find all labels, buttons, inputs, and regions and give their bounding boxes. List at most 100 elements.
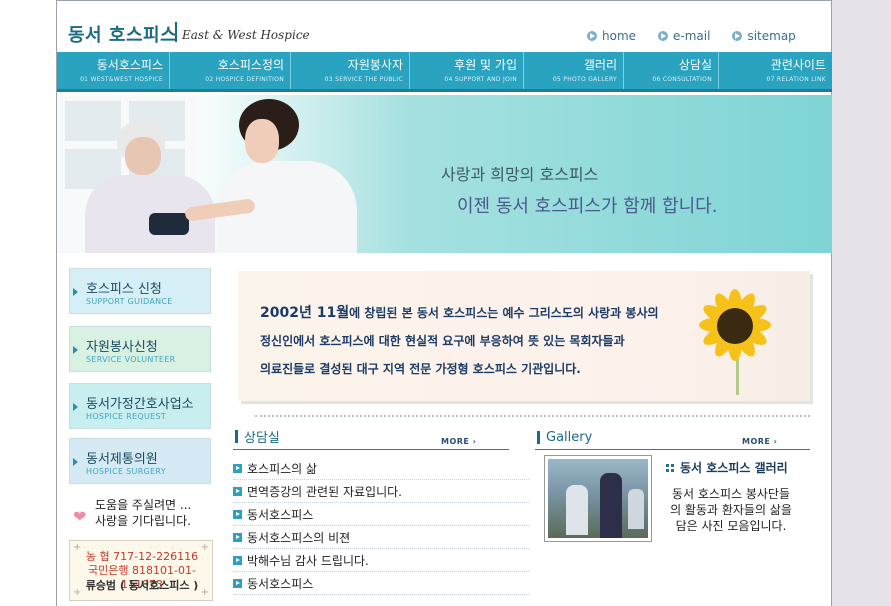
bullet-arrow-icon [233, 463, 242, 473]
donation-text: 도움을 주실려면 ... 사랑을 기다립니다. [95, 497, 191, 529]
list-item-text: 박해수님 감사 드립니다. [247, 553, 369, 568]
menu-home-nursing[interactable]: 동서가정간호사업소 HOSPICE REQUEST [69, 383, 211, 429]
gallery-rule [535, 449, 810, 450]
circle-arrow-icon [732, 31, 743, 41]
nav-item-links[interactable]: 관련사이트 07 RELATION LINK [719, 52, 832, 89]
home-link[interactable]: home [587, 29, 636, 43]
nav-sublabel: 07 RELATION LINK [766, 75, 826, 83]
nav-label: 갤러리 [583, 57, 617, 72]
triangle-arrow-icon [73, 458, 78, 466]
list-item-text: 동서호스피스 [247, 507, 314, 522]
triangle-arrow-icon [73, 288, 78, 296]
blood-pressure-cuff [149, 213, 189, 235]
top-utility-links: home e-mail sitemap [587, 29, 796, 43]
consult-more-label: MORE [441, 437, 470, 446]
nav-sublabel: 02 HOSPICE DEFINITION [205, 75, 284, 83]
consult-rule [233, 449, 509, 450]
gallery-heading[interactable]: 동서 호스피스 갤러리 [666, 459, 788, 476]
nav-sublabel: 05 PHOTO GALLERY [552, 75, 617, 83]
list-item[interactable]: 동서호스피스 [233, 572, 529, 595]
gallery-section-title: Gallery [537, 430, 592, 445]
nav-item-volunteer[interactable]: 자원봉사자 03 SERVICE THE PUBLIC [291, 52, 410, 89]
consult-list: 호스피스의 삶 면역증강의 관련된 자료입니다. 동서호스피스 동서호스피스의 … [233, 457, 529, 595]
patient-face [125, 137, 161, 175]
intro-founded-date: 2002년 11월 [260, 305, 350, 321]
intro-box: 2002년 11월에 창립된 본 동서 호스피스는 예수 그리스도의 사랑과 봉… [238, 271, 810, 401]
bank-account-box: + + + + 농 협 717-12-226116 국민은행 818101-01… [69, 540, 213, 601]
menu-hospice-apply[interactable]: 호스피스 신청 SUPPORT GUIDANCE [69, 268, 211, 314]
intro-line-2: 정신인에서 호스피스에 대한 현실적 요구에 부응하여 뜻 있는 목회자들과 [260, 334, 625, 348]
menu-clinic[interactable]: 동서제통의원 HOSPICE SURGERY [69, 438, 211, 484]
nav-item-definition[interactable]: 호스피스정의 02 HOSPICE DEFINITION [170, 52, 291, 89]
nav-label: 관련사이트 [770, 57, 826, 72]
logo-divider [175, 22, 177, 42]
circle-arrow-icon [658, 31, 669, 41]
gallery-heading-text: 동서 호스피스 갤러리 [680, 461, 788, 475]
title-bar-icon [235, 430, 238, 443]
site-logo-english: East & West Hospice [182, 28, 310, 42]
bullet-arrow-icon [233, 578, 242, 588]
page-margin-left [0, 0, 56, 606]
heart-icon: ❤ [73, 507, 87, 526]
circle-arrow-icon [587, 31, 597, 41]
list-item-text: 면역증강의 관련된 자료입니다. [247, 484, 402, 499]
sitemap-link[interactable]: sitemap [732, 29, 796, 43]
gallery-title-text: Gallery [546, 430, 593, 445]
banner-slogan-1: 사랑과 희망의 호스피스 [441, 165, 599, 184]
menu-sublabel: HOSPICE REQUEST [86, 412, 167, 421]
list-item[interactable]: 면역증강의 관련된 자료입니다. [233, 480, 529, 503]
donation-line-2: 사랑을 기다립니다. [95, 514, 191, 528]
bank-account-holder: 류승범 ( 동서호스피스 ) [85, 579, 199, 592]
gallery-more-button[interactable]: MORE › [742, 437, 777, 446]
list-item[interactable]: 동서호스피스 [233, 503, 529, 526]
email-link-label: e-mail [673, 29, 711, 43]
list-item-text: 호스피스의 삶 [247, 461, 318, 476]
consult-section-title: 상담실 [235, 427, 280, 446]
nav-item-gallery[interactable]: 갤러리 05 PHOTO GALLERY [524, 52, 624, 89]
gallery-thumbnail[interactable] [544, 455, 652, 542]
site-logo-korean[interactable]: 동서 호스피스 [68, 21, 177, 47]
bullet-arrow-icon [233, 486, 242, 496]
sitemap-link-label: sitemap [747, 29, 796, 43]
list-item-text: 동서호스피스의 비젼 [247, 530, 351, 545]
gallery-desc-line-1: 동서 호스피스 봉사단들 [671, 487, 791, 501]
intro-line-3: 의료진들로 결성된 대구 지역 전문 가정형 호스피스 기관입니다. [260, 362, 581, 376]
bullet-arrow-icon [233, 509, 242, 519]
menu-label: 동서가정간호사업소 [86, 397, 194, 412]
grid-icon [666, 463, 674, 472]
menu-label: 호스피스 신청 [86, 282, 162, 297]
gallery-photo [548, 459, 648, 538]
menu-sublabel: HOSPICE SURGERY [86, 467, 166, 476]
list-item-text: 동서호스피스 [247, 576, 314, 591]
banner-slogan-2: 이젠 동서 호스피스가 함께 합니다. [457, 196, 718, 217]
list-item[interactable]: 호스피스의 삶 [233, 457, 529, 480]
nav-label: 동서호스피스 [96, 57, 163, 72]
consult-more-button[interactable]: MORE › [441, 437, 476, 446]
gallery-description: 동서 호스피스 봉사단들 의 활동과 환자들의 삶을 담은 사진 모음입니다. [661, 486, 801, 534]
intro-text: 2002년 11월에 창립된 본 동서 호스피스는 예수 그리스도의 사랑과 봉… [260, 299, 710, 383]
title-bar-icon [537, 431, 540, 444]
consult-title-text: 상담실 [244, 431, 280, 446]
nav-item-consultation[interactable]: 상담실 06 CONSULTATION [624, 52, 719, 89]
list-item[interactable]: 박해수님 감사 드립니다. [233, 549, 529, 572]
nav-sublabel: 03 SERVICE THE PUBLIC [324, 75, 403, 83]
nav-label: 자원봉사자 [347, 57, 403, 72]
page-margin-right [831, 0, 891, 606]
bullet-arrow-icon [233, 555, 242, 565]
intro-line-1: 에 창립된 본 동서 호스피스는 예수 그리스도의 사랑과 봉사의 [349, 306, 659, 320]
gallery-desc-line-3: 담은 사진 모음입니다. [675, 519, 787, 533]
nav-item-support[interactable]: 후원 및 가입 04 SUPPORT AND JOIN [410, 52, 524, 89]
nav-label: 후원 및 가입 [454, 57, 517, 72]
nav-sublabel: 04 SUPPORT AND JOIN [444, 75, 517, 83]
menu-label: 자원봉사신청 [86, 340, 158, 355]
menu-sublabel: SERVICE VOLUNTEER [86, 355, 176, 364]
gallery-more-label: MORE [742, 437, 771, 446]
menu-volunteer-apply[interactable]: 자원봉사신청 SERVICE VOLUNTEER [69, 326, 211, 372]
email-link[interactable]: e-mail [658, 29, 710, 43]
nav-item-hospice[interactable]: 동서호스피스 01 WEST&WEST HOSPICE [57, 52, 170, 89]
menu-sublabel: SUPPORT GUIDANCE [86, 297, 173, 306]
menu-label: 동서제통의원 [86, 452, 158, 467]
nav-label: 상담실 [678, 57, 712, 72]
list-item[interactable]: 동서호스피스의 비젼 [233, 526, 529, 549]
site-frame: 동서 호스피스 East & West Hospice home e-mail … [56, 0, 832, 606]
